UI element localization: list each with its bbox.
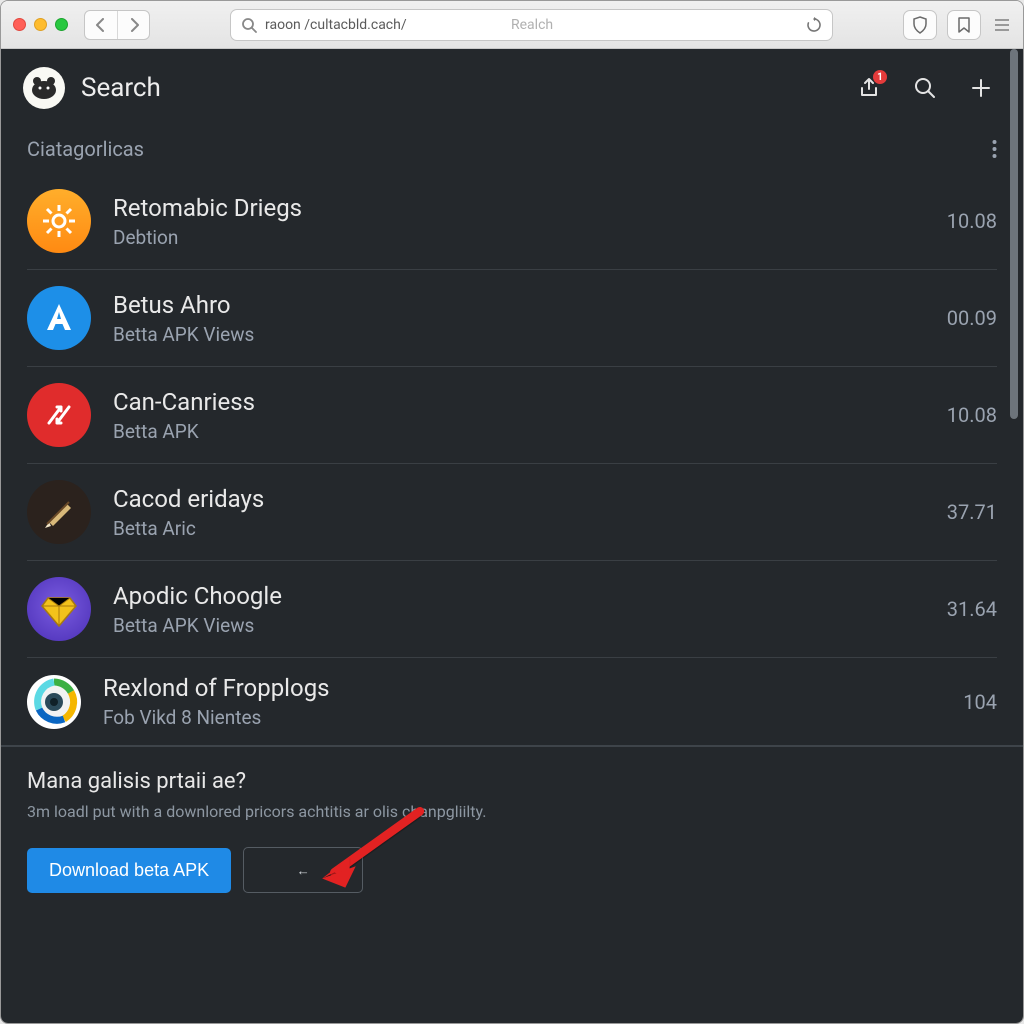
item-title: Apodic Choogle [113,582,925,610]
item-title: Cacod eridays [113,485,925,513]
item-text: Rexlond of Fropplogs Fob Vikd 8 Nientes [103,674,941,729]
address-bar-wrap: raoon /cultacbld.cach/ Realch [230,9,833,41]
secondary-button[interactable]: ← [243,847,363,893]
toolbar-right [903,10,1011,40]
app-list: Retomabic Driegs Debtion 10.08 Betus Ahr… [1,173,1023,745]
browser-window: raoon /cultacbld.cach/ Realch [0,0,1024,1024]
item-title: Betus Ahro [113,291,925,319]
item-text: Betus Ahro Betta APK Views [113,291,925,346]
app-icon-arrows [27,383,91,447]
item-title: Retomabic Driegs [113,194,925,222]
list-item[interactable]: Rexlond of Fropplogs Fob Vikd 8 Nientes … [27,658,997,745]
forward-button[interactable] [117,11,149,39]
list-item[interactable]: Can-Canriess Betta APK 10.08 [27,367,997,464]
scrollbar-thumb[interactable] [1010,49,1018,419]
reload-icon[interactable] [806,17,822,33]
notification-badge: 1 [873,70,887,84]
search-icon [241,17,257,33]
minimize-window-button[interactable] [34,18,47,31]
app-header: Search 1 [1,49,1023,127]
maximize-window-button[interactable] [55,18,68,31]
app-icon-gear [27,189,91,253]
footer-title: Mana galisis prtaii ae? [27,769,997,794]
add-button[interactable] [961,68,1001,108]
item-meta: 31.64 [947,597,997,621]
item-text: Apodic Choogle Betta APK Views [113,582,925,637]
address-placeholder: Realch [511,17,553,33]
item-meta: 37.71 [947,500,997,524]
arrow-left-icon: ← [296,863,309,878]
scrollbar-track [1012,49,1020,619]
item-subtitle: Fob Vikd 8 Nientes [103,706,941,729]
address-bar[interactable]: raoon /cultacbld.cach/ Realch [230,9,833,41]
item-subtitle: Debtion [113,226,925,249]
share-button[interactable]: 1 [849,68,889,108]
section-header: Ciatagorlicas [1,127,1023,173]
list-item[interactable]: Retomabic Driegs Debtion 10.08 [27,173,997,270]
list-item[interactable]: Apodic Choogle Betta APK Views 31.64 [27,561,997,658]
app-icon-ring [27,675,81,729]
app-content: Search 1 Ciatagorlicas [1,49,1023,1023]
item-text: Cacod eridays Betta Aric [113,485,925,540]
item-text: Retomabic Driegs Debtion [113,194,925,249]
page-title: Search [81,73,161,103]
menu-icon[interactable] [993,10,1011,40]
app-icon-letter-a [27,286,91,350]
window-controls [13,18,68,31]
footer-buttons: Download beta APK ← [27,847,997,893]
browser-toolbar: raoon /cultacbld.cach/ Realch [1,1,1023,49]
app-icon-gem [27,577,91,641]
item-title: Can-Canriess [113,388,925,416]
item-meta: 10.08 [947,403,997,427]
item-text: Can-Canriess Betta APK [113,388,925,443]
search-button[interactable] [905,68,945,108]
shield-icon[interactable] [903,10,937,40]
nav-button-group [84,10,150,40]
item-subtitle: Betta APK Views [113,614,925,637]
close-window-button[interactable] [13,18,26,31]
item-meta: 104 [963,690,997,714]
item-title: Rexlond of Fropplogs [103,674,941,702]
address-text: raoon /cultacbld.cach/ [265,17,407,33]
item-subtitle: Betta APK [113,420,925,443]
footer-subtitle: 3m loadl put with a downlored pricors ac… [27,802,997,821]
back-button[interactable] [85,11,117,39]
list-item[interactable]: Betus Ahro Betta APK Views 00.09 [27,270,997,367]
more-menu-icon[interactable] [992,139,997,159]
item-subtitle: Betta APK Views [113,323,925,346]
footer-promo: Mana galisis prtaii ae? 3m loadl put wit… [1,745,1023,921]
app-logo [23,67,65,109]
bookmark-icon[interactable] [947,10,981,40]
item-meta: 00.09 [947,306,997,330]
item-subtitle: Betta Aric [113,517,925,540]
item-meta: 10.08 [947,209,997,233]
download-beta-button[interactable]: Download beta APK [27,848,231,893]
section-title: Ciatagorlicas [27,137,144,161]
list-item[interactable]: Cacod eridays Betta Aric 37.71 [27,464,997,561]
app-icon-pencil [27,480,91,544]
